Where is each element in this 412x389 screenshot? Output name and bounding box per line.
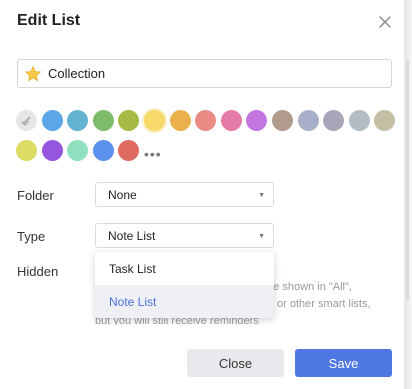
chevron-down-icon: ▼ xyxy=(258,233,265,240)
color-swatch[interactable] xyxy=(297,110,319,131)
type-dropdown-menu: Task List Note List xyxy=(95,252,274,318)
no-color-icon xyxy=(21,116,31,126)
color-swatch[interactable] xyxy=(41,140,63,161)
type-select[interactable]: Note List ▼ xyxy=(95,223,274,248)
edit-list-dialog: Edit List Collection ••• Folder None ▼ T… xyxy=(0,0,404,389)
save-button[interactable]: Save xyxy=(295,349,392,377)
list-name-value: Collection xyxy=(48,66,106,81)
hidden-label: Hidden xyxy=(17,264,59,279)
close-button[interactable]: Close xyxy=(187,349,284,377)
color-swatch[interactable] xyxy=(92,110,114,131)
folder-select[interactable]: None ▼ xyxy=(95,182,274,207)
dropdown-option-note-list[interactable]: Note List xyxy=(95,285,274,318)
color-swatch[interactable] xyxy=(67,140,89,161)
star-icon[interactable] xyxy=(24,65,42,83)
folder-label: Folder xyxy=(17,188,54,203)
dialog-title: Edit List xyxy=(17,12,81,29)
color-swatch[interactable] xyxy=(348,110,370,131)
type-select-value: Note List xyxy=(108,228,156,243)
type-label: Type xyxy=(17,229,46,244)
folder-select-value: None xyxy=(108,187,137,202)
dropdown-option-task-list[interactable]: Task List xyxy=(95,252,274,285)
color-swatch[interactable] xyxy=(144,110,165,131)
color-swatch[interactable] xyxy=(67,110,89,131)
list-name-input[interactable]: Collection xyxy=(17,59,392,88)
color-swatch[interactable] xyxy=(16,140,37,161)
color-swatch[interactable] xyxy=(41,110,63,131)
color-swatch[interactable] xyxy=(246,110,268,131)
color-swatch[interactable] xyxy=(220,110,242,131)
color-swatch[interactable] xyxy=(118,110,140,131)
dialog-edge xyxy=(404,0,412,389)
more-colors-button[interactable]: ••• xyxy=(144,146,162,162)
color-swatch[interactable] xyxy=(374,110,396,131)
color-swatch[interactable] xyxy=(92,140,114,161)
close-icon[interactable] xyxy=(376,13,394,31)
color-swatch[interactable] xyxy=(323,110,345,131)
color-swatch[interactable] xyxy=(169,110,191,131)
chevron-down-icon: ▼ xyxy=(258,192,265,199)
color-swatch[interactable] xyxy=(272,110,293,131)
no-color-swatch[interactable] xyxy=(16,110,37,131)
color-swatch[interactable] xyxy=(195,110,217,131)
color-swatch[interactable] xyxy=(118,140,140,161)
